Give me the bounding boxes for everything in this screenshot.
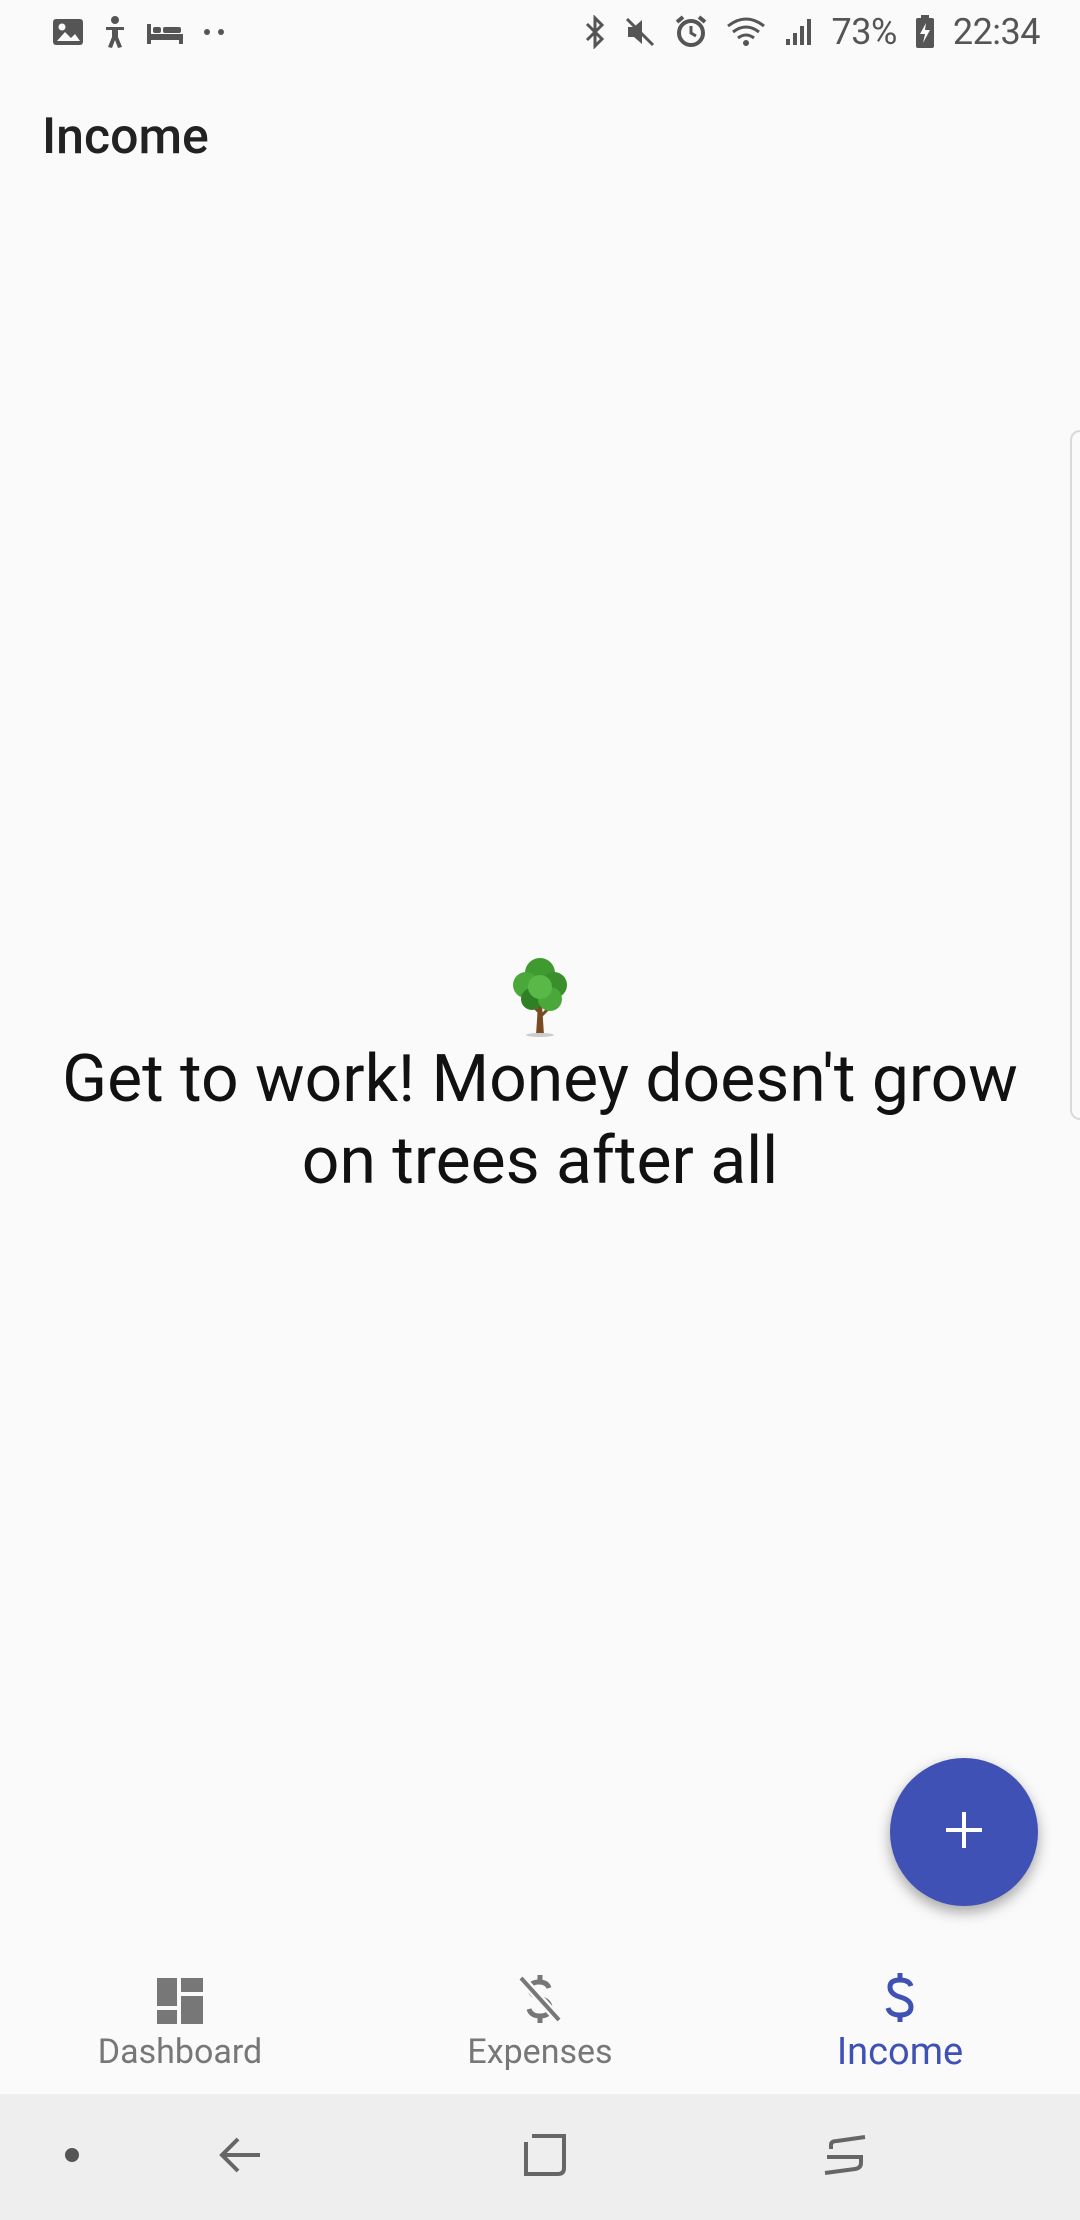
battery-percent: 73% bbox=[831, 11, 898, 53]
status-bar: 73% 22:34 bbox=[0, 0, 1080, 64]
alarm-icon bbox=[674, 15, 708, 49]
bottom-navigation: Dashboard Expenses Income bbox=[0, 1952, 1080, 2094]
bluetooth-icon bbox=[584, 15, 606, 49]
battery-charging-icon bbox=[915, 15, 935, 49]
back-icon bbox=[216, 2131, 264, 2183]
accessibility-icon bbox=[102, 15, 128, 49]
status-right-icons: 73% 22:34 bbox=[584, 11, 1041, 53]
tree-icon bbox=[508, 955, 572, 1039]
dot-icon bbox=[64, 2147, 80, 2167]
dollar-icon bbox=[880, 1972, 920, 2024]
system-navigation-bar bbox=[0, 2094, 1080, 2220]
nav-label-dashboard: Dashboard bbox=[97, 2032, 263, 2072]
recents-button[interactable] bbox=[505, 2094, 585, 2220]
signal-icon bbox=[784, 17, 814, 47]
switch-button[interactable] bbox=[805, 2094, 885, 2220]
wifi-icon bbox=[726, 16, 766, 48]
dashboard-icon bbox=[155, 1972, 205, 2026]
bed-icon bbox=[146, 18, 184, 46]
nav-dot-button[interactable] bbox=[50, 2094, 94, 2220]
back-button[interactable] bbox=[200, 2094, 280, 2220]
nav-item-expenses[interactable]: Expenses bbox=[360, 1952, 720, 2094]
mute-icon bbox=[624, 16, 656, 48]
add-income-button[interactable] bbox=[890, 1758, 1038, 1906]
recents-icon bbox=[522, 2132, 568, 2182]
switch-icon bbox=[821, 2131, 869, 2183]
nav-label-expenses: Expenses bbox=[467, 2032, 613, 2072]
status-left-icons bbox=[52, 15, 226, 49]
more-dots-icon bbox=[202, 27, 226, 37]
empty-state: Get to work! Money doesn't grow on trees… bbox=[0, 955, 1080, 1203]
clock: 22:34 bbox=[952, 11, 1041, 53]
page-title: Income bbox=[42, 108, 209, 166]
empty-message: Get to work! Money doesn't grow on trees… bbox=[62, 1041, 1018, 1200]
nav-item-income[interactable]: Income bbox=[720, 1952, 1080, 2094]
nav-item-dashboard[interactable]: Dashboard bbox=[0, 1952, 360, 2094]
plus-icon bbox=[944, 1810, 984, 1854]
nav-label-income: Income bbox=[836, 2030, 964, 2074]
gallery-icon bbox=[52, 17, 84, 47]
money-off-icon bbox=[515, 1972, 565, 2026]
